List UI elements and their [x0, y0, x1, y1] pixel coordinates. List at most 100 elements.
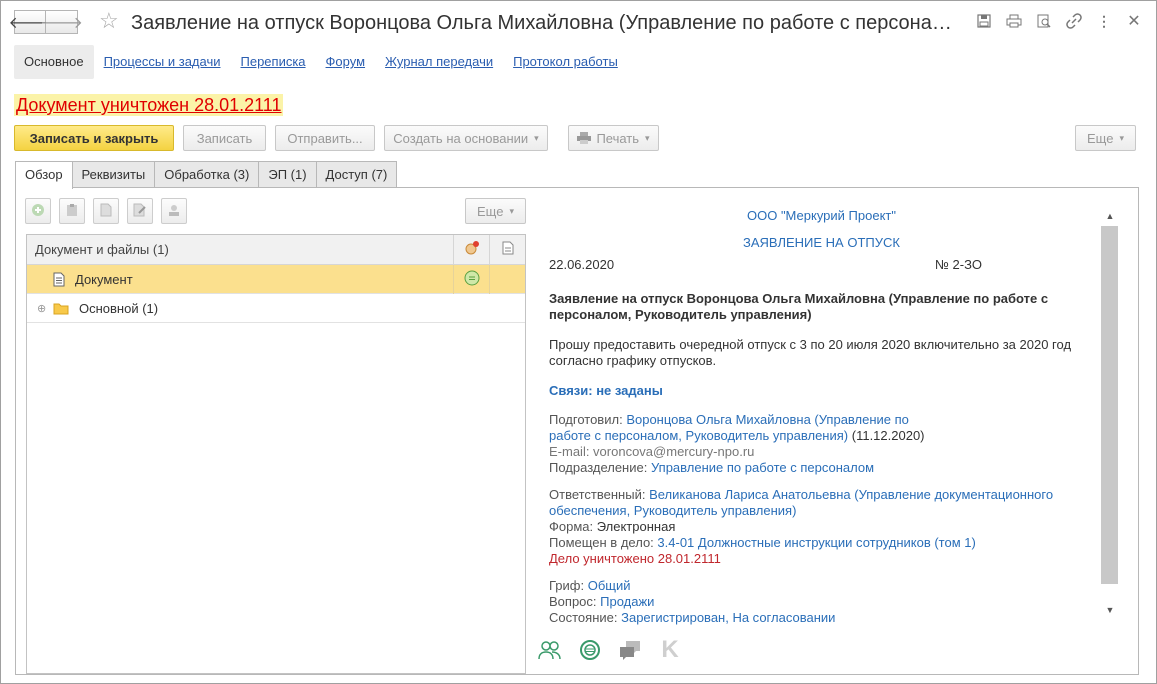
- comments-icon[interactable]: [618, 638, 642, 662]
- arrow-right-icon: 🡒: [40, 14, 83, 32]
- tab-access[interactable]: Доступ (7): [315, 161, 398, 188]
- scroll-thumb[interactable]: [1101, 226, 1118, 584]
- question-value[interactable]: Продажи: [600, 594, 654, 609]
- grif-value[interactable]: Общий: [588, 578, 631, 593]
- files-tree-header: Документ и файлы (1): [27, 234, 525, 265]
- case-value[interactable]: 3.4-01 Должностные инструкции сотруднико…: [657, 535, 975, 550]
- question-label: Вопрос:: [549, 594, 597, 609]
- participants-icon[interactable]: [538, 638, 562, 662]
- form-label: Форма:: [549, 519, 594, 534]
- document-date: 22.06.2020: [549, 257, 615, 272]
- section-forum[interactable]: Форум: [316, 45, 376, 79]
- add-file-button[interactable]: [25, 198, 51, 224]
- scroll-down-icon[interactable]: ▼: [1101, 602, 1119, 618]
- document-preview: ООО "Меркурий Проект" ЗАЯВЛЕНИЕ НА ОТПУС…: [549, 208, 1094, 626]
- section-processes[interactable]: Процессы и задачи: [94, 45, 231, 79]
- more-menu-icon[interactable]: ⋮: [1096, 13, 1112, 29]
- files-tree: Документ и файлы (1) Документ ⊕ Основной…: [26, 234, 526, 674]
- file-cell: [489, 264, 525, 294]
- responsible-value-cont[interactable]: обеспечения, Руководитель управления): [549, 503, 796, 518]
- date-number-line: 22.06.2020 № 2-ЗО: [549, 257, 1094, 273]
- prepared-date: (11.12.2020): [851, 428, 925, 443]
- document-number: № 2-ЗО: [935, 257, 982, 272]
- create-based-button[interactable]: Создать на основании ▾: [384, 125, 548, 151]
- forward-button[interactable]: 🡒: [40, 10, 83, 34]
- tab-signatures[interactable]: ЭП (1): [258, 161, 317, 188]
- tree-row-document[interactable]: Документ: [27, 264, 525, 294]
- approval-icon[interactable]: [578, 638, 602, 662]
- form-tabs: Обзор Реквизиты Обработка (3) ЭП (1) Дос…: [15, 161, 398, 189]
- tab-processing[interactable]: Обработка (3): [154, 161, 260, 188]
- overview-panel: Еще ▾ Документ и файлы (1) Документ ⊕ Ос…: [15, 187, 1139, 675]
- tree-row-label: Документ: [75, 271, 133, 287]
- dropdown-arrow-icon: ▾: [645, 132, 650, 143]
- links-status[interactable]: Связи: не заданы: [549, 383, 1094, 399]
- dropdown-arrow-icon: ▾: [534, 132, 539, 143]
- folder-icon: [53, 302, 69, 315]
- prepared-block: Подготовил: Воронцова Ольга Михайловна (…: [549, 412, 1094, 476]
- section-correspondence[interactable]: Переписка: [231, 45, 316, 79]
- grif-label: Гриф:: [549, 578, 585, 593]
- document-kind[interactable]: ЗАЯВЛЕНИЕ НА ОТПУСК: [549, 235, 1094, 251]
- files-column-header[interactable]: Документ и файлы (1): [27, 242, 453, 257]
- stamp-file-button[interactable]: [161, 198, 187, 224]
- document-window: 🡐 🡒 ☆ Заявление на отпуск Воронцова Ольг…: [0, 0, 1157, 684]
- section-main[interactable]: Основное: [14, 45, 94, 79]
- approval-status-icon: [464, 270, 480, 289]
- case-destroyed: Дело уничтожено 28.01.2111: [549, 551, 721, 566]
- files-more-label: Еще: [477, 203, 504, 219]
- department-value[interactable]: Управление по работе с персоналом: [651, 460, 874, 475]
- prepared-author[interactable]: Воронцова Ольга Михайловна (Управление п…: [626, 412, 909, 427]
- save-and-close-label: Записать и закрыть: [29, 130, 159, 146]
- save-and-close-button[interactable]: Записать и закрыть: [14, 125, 174, 151]
- favorite-star-icon[interactable]: ☆: [99, 9, 119, 33]
- document-icon: [100, 203, 112, 220]
- save-disk-icon[interactable]: [976, 13, 992, 29]
- document-file-icon: [53, 272, 65, 287]
- section-transfer-log[interactable]: Журнал передачи: [375, 45, 503, 79]
- classification-block: Гриф: Общий Вопрос: Продажи Состояние: З…: [549, 578, 1094, 626]
- print-button[interactable]: Печать ▾: [568, 125, 659, 151]
- window-title: Заявление на отпуск Воронцова Ольга Миха…: [131, 12, 961, 34]
- send-label: Отправить...: [287, 130, 363, 146]
- tab-overview[interactable]: Обзор: [15, 161, 73, 189]
- state-value[interactable]: Зарегистрирован, На согласовании: [621, 610, 835, 625]
- section-work-log[interactable]: Протокол работы: [503, 45, 628, 79]
- k-icon[interactable]: K: [658, 636, 682, 663]
- paste-file-button[interactable]: [59, 198, 85, 224]
- print-icon[interactable]: [1006, 13, 1022, 29]
- organization-name[interactable]: ООО "Меркурий Проект": [549, 208, 1094, 224]
- dropdown-arrow-icon: ▾: [509, 205, 514, 216]
- file-icon: [502, 241, 514, 258]
- destroyed-banner[interactable]: Документ уничтожен 28.01.2111: [14, 94, 284, 116]
- more-button[interactable]: Еще ▾: [1075, 125, 1136, 151]
- department-label: Подразделение:: [549, 460, 648, 475]
- tree-row-label: Основной (1): [79, 300, 159, 316]
- status-cell: [453, 294, 489, 323]
- expand-plus-icon[interactable]: ⊕: [37, 302, 47, 315]
- scroll-up-icon[interactable]: ▲: [1101, 208, 1119, 224]
- document-scrollbar[interactable]: ▲ ▼: [1101, 208, 1119, 618]
- state-label: Состояние:: [549, 610, 618, 625]
- files-more-button[interactable]: Еще ▾: [465, 198, 526, 224]
- responsible-block: Ответственный: Великанова Лариса Анатоль…: [549, 487, 1094, 567]
- status-cell: [453, 264, 489, 294]
- tree-row-main-folder[interactable]: ⊕ Основной (1): [27, 294, 525, 323]
- responsible-label: Ответственный:: [549, 487, 646, 502]
- edit-document-icon: [133, 203, 147, 220]
- responsible-value[interactable]: Великанова Лариса Анатольевна (Управлени…: [649, 487, 1053, 502]
- preview-icon[interactable]: [1036, 13, 1052, 29]
- document-subject: Заявление на отпуск Воронцова Ольга Миха…: [549, 291, 1049, 322]
- edit-file-button[interactable]: [127, 198, 153, 224]
- tab-requisites[interactable]: Реквизиты: [71, 161, 156, 188]
- status-column-header[interactable]: [453, 234, 489, 265]
- close-icon[interactable]: ✕: [1126, 13, 1142, 30]
- send-button[interactable]: Отправить...: [275, 125, 375, 151]
- print-label: Печать: [596, 130, 640, 146]
- file-column-header[interactable]: [489, 234, 525, 265]
- prepared-author-cont[interactable]: работе с персоналом, Руководитель управл…: [549, 428, 848, 443]
- open-file-button[interactable]: [93, 198, 119, 224]
- prepared-email: E-mail: voroncova@mercury-npo.ru: [549, 444, 755, 459]
- save-button[interactable]: Записать: [183, 125, 266, 151]
- link-icon[interactable]: [1066, 13, 1082, 29]
